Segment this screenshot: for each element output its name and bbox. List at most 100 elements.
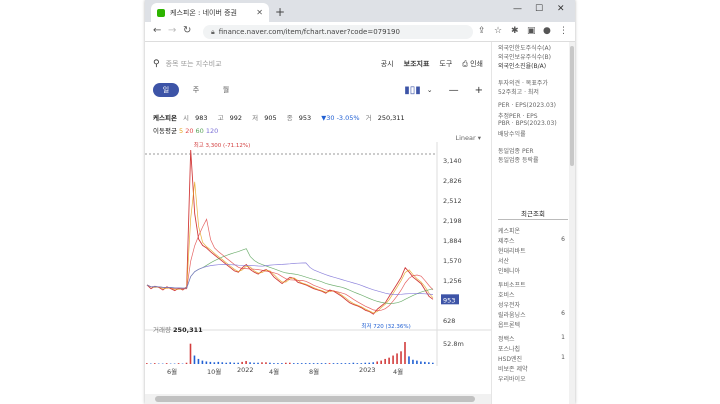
volume-bar bbox=[153, 363, 156, 364]
volume-bar bbox=[332, 363, 335, 364]
volume-label: 거래량 250,311 bbox=[153, 326, 203, 334]
window-close-icon[interactable]: ✕ bbox=[557, 4, 565, 14]
sidebar-sector-item[interactable]: 동일업종 PER bbox=[498, 146, 534, 155]
more-menu-icon[interactable]: ⋮ bbox=[559, 26, 568, 36]
moving-average-legend[interactable]: 이동평균 5 20 60 120 bbox=[153, 125, 218, 135]
chevron-down-icon[interactable]: ⌄ bbox=[427, 86, 433, 94]
bookmark-star-icon[interactable]: ☆ bbox=[494, 26, 502, 36]
period-day[interactable]: 일 bbox=[153, 83, 179, 97]
period-week[interactable]: 주 bbox=[183, 83, 209, 97]
recent-stock-count: 1 bbox=[561, 334, 565, 341]
close-price: 953 bbox=[298, 114, 312, 122]
y-tick-label: 3,140 bbox=[443, 157, 462, 165]
volume-bar bbox=[189, 343, 192, 364]
url-field[interactable]: 🔒︎ finance.naver.com/item/fchart.naver?c… bbox=[203, 25, 473, 39]
volume-max-label: 52.8m bbox=[443, 340, 464, 348]
recent-stock-item[interactable]: HSD엔진 bbox=[498, 354, 522, 363]
recent-stock-item[interactable]: 우리바이오 bbox=[498, 374, 526, 383]
volume-bar bbox=[376, 361, 378, 364]
x-tick-label: 2022 bbox=[237, 366, 254, 374]
recent-stock-item[interactable]: 케스피온 bbox=[498, 226, 520, 235]
volume-bar bbox=[269, 362, 271, 364]
recent-stock-item[interactable]: 성우전자 bbox=[498, 300, 520, 309]
volume-bar bbox=[237, 362, 239, 364]
volume-bar bbox=[289, 362, 291, 364]
profile-icon[interactable]: ● bbox=[543, 26, 551, 36]
volume-bar bbox=[193, 355, 196, 364]
maximize-icon[interactable]: ☐ bbox=[535, 4, 543, 14]
extensions-icon[interactable]: ✱ bbox=[511, 26, 519, 36]
recent-stock-item[interactable]: 릴라움닝스 bbox=[498, 310, 526, 319]
sidebar-ratio-item[interactable]: PBR · BPS(2023.03) bbox=[498, 120, 557, 127]
recent-stock-item[interactable]: 투비소프트 bbox=[498, 280, 526, 289]
menu-disclosure[interactable]: 공시 bbox=[381, 59, 394, 69]
volume-bar bbox=[221, 362, 224, 364]
zoom-out-icon[interactable]: — bbox=[449, 85, 459, 96]
chart-toolbar: 일 주 월 ▮▯▮ ⌄ — + bbox=[153, 82, 483, 98]
minimize-icon[interactable]: — bbox=[513, 4, 522, 14]
sidebar-foreign-item[interactable]: 외국인소진율(B/A) bbox=[498, 61, 546, 70]
volume-bar bbox=[209, 361, 212, 364]
min-annotation: 최저 720 (32.36%) bbox=[361, 322, 410, 330]
ma-period-20: 20 bbox=[183, 127, 194, 135]
high-price: 992 bbox=[229, 114, 243, 122]
recent-stock-item[interactable]: 제주스 bbox=[498, 236, 515, 245]
volume-bar bbox=[217, 361, 220, 364]
forward-icon[interactable]: → bbox=[168, 25, 176, 36]
sidepanel-icon[interactable]: ▣ bbox=[527, 26, 536, 36]
volume-bar bbox=[205, 361, 208, 364]
sidebar-ratio-item[interactable]: 배당수익률 bbox=[498, 129, 526, 138]
sidebar-ratio-item[interactable]: PER · EPS(2023.03) bbox=[498, 102, 556, 109]
y-tick-label: 2,198 bbox=[443, 217, 462, 225]
volume-value: 250,311 bbox=[377, 114, 405, 122]
sidebar-ratio-item[interactable]: 추정PER · EPS bbox=[498, 111, 538, 120]
new-tab-icon[interactable]: + bbox=[275, 5, 285, 19]
info-sidebar: 최근조회 외국인한도주식수(A) 외국인보유주식수(B) 외국인소진율(B/A) 투자… bbox=[491, 42, 575, 404]
volume-bar bbox=[213, 362, 216, 364]
recent-stock-item[interactable]: 호비스 bbox=[498, 290, 515, 299]
volume-bar bbox=[197, 358, 200, 364]
candle-type-icon[interactable]: ▮▯▮ bbox=[404, 85, 421, 96]
sidebar-scrollbar[interactable] bbox=[569, 42, 575, 404]
search-icon[interactable]: ⚲ bbox=[153, 59, 160, 69]
reload-icon[interactable]: ↻ bbox=[183, 25, 191, 36]
close-tab-icon[interactable]: ✕ bbox=[256, 8, 263, 17]
sidebar-sector-item[interactable]: 동일업종 등락률 bbox=[498, 155, 539, 164]
recent-stock-item[interactable]: 서산 bbox=[498, 256, 509, 265]
volume-bar bbox=[432, 362, 434, 364]
sidebar-foreign-item[interactable]: 외국인보유주식수(B) bbox=[498, 52, 551, 61]
scale-selector[interactable]: Linear ▾ bbox=[455, 134, 481, 142]
recent-stock-item[interactable]: 현대리바트 bbox=[498, 246, 526, 255]
sidebar-target-item[interactable]: 투자의견 · 목표주가 bbox=[498, 78, 548, 87]
volume-bar bbox=[424, 361, 426, 364]
recent-stock-item[interactable]: 비보존 제약 bbox=[498, 364, 528, 373]
horizontal-scrollbar[interactable] bbox=[145, 394, 491, 404]
period-month[interactable]: 월 bbox=[213, 83, 239, 97]
ma-period-60: 60 bbox=[193, 127, 204, 135]
browser-tab[interactable]: 케스피온 : 네이버 증권 ✕ bbox=[151, 3, 269, 22]
recent-stock-item[interactable]: 포스나칩 bbox=[498, 344, 520, 353]
share-icon[interactable]: ⇪ bbox=[478, 26, 486, 36]
sidebar-target-item[interactable]: 52주최고 · 최저 bbox=[498, 87, 539, 96]
compare-search-input[interactable]: 종목 또는 지수비교 bbox=[166, 59, 371, 69]
recent-stock-item[interactable]: 옵트론텍 bbox=[498, 320, 520, 329]
recent-title[interactable]: 최근조회 bbox=[498, 208, 568, 220]
volume-bar bbox=[185, 362, 188, 364]
menu-tools[interactable]: 도구 bbox=[439, 59, 452, 69]
volume-bar bbox=[146, 363, 148, 364]
volume-bar bbox=[356, 363, 359, 364]
volume-bar bbox=[344, 363, 347, 364]
menu-print[interactable]: ⎙ 인쇄 bbox=[462, 59, 483, 69]
volume-bar bbox=[328, 363, 331, 364]
recent-stock-item[interactable]: 정백스 bbox=[498, 334, 515, 343]
zoom-in-icon[interactable]: + bbox=[475, 85, 483, 96]
volume-bar bbox=[281, 363, 283, 364]
back-icon[interactable]: ← bbox=[153, 25, 161, 36]
ma-period-120: 120 bbox=[203, 127, 219, 135]
menu-indicators[interactable]: 보조지표 bbox=[404, 59, 430, 69]
volume-bar bbox=[384, 358, 386, 364]
volume-bar bbox=[249, 362, 251, 364]
recent-stock-item[interactable]: 인베니아 bbox=[498, 266, 520, 275]
sidebar-foreign-item[interactable]: 외국인한도주식수(A) bbox=[498, 43, 551, 52]
volume-bar bbox=[400, 351, 402, 364]
